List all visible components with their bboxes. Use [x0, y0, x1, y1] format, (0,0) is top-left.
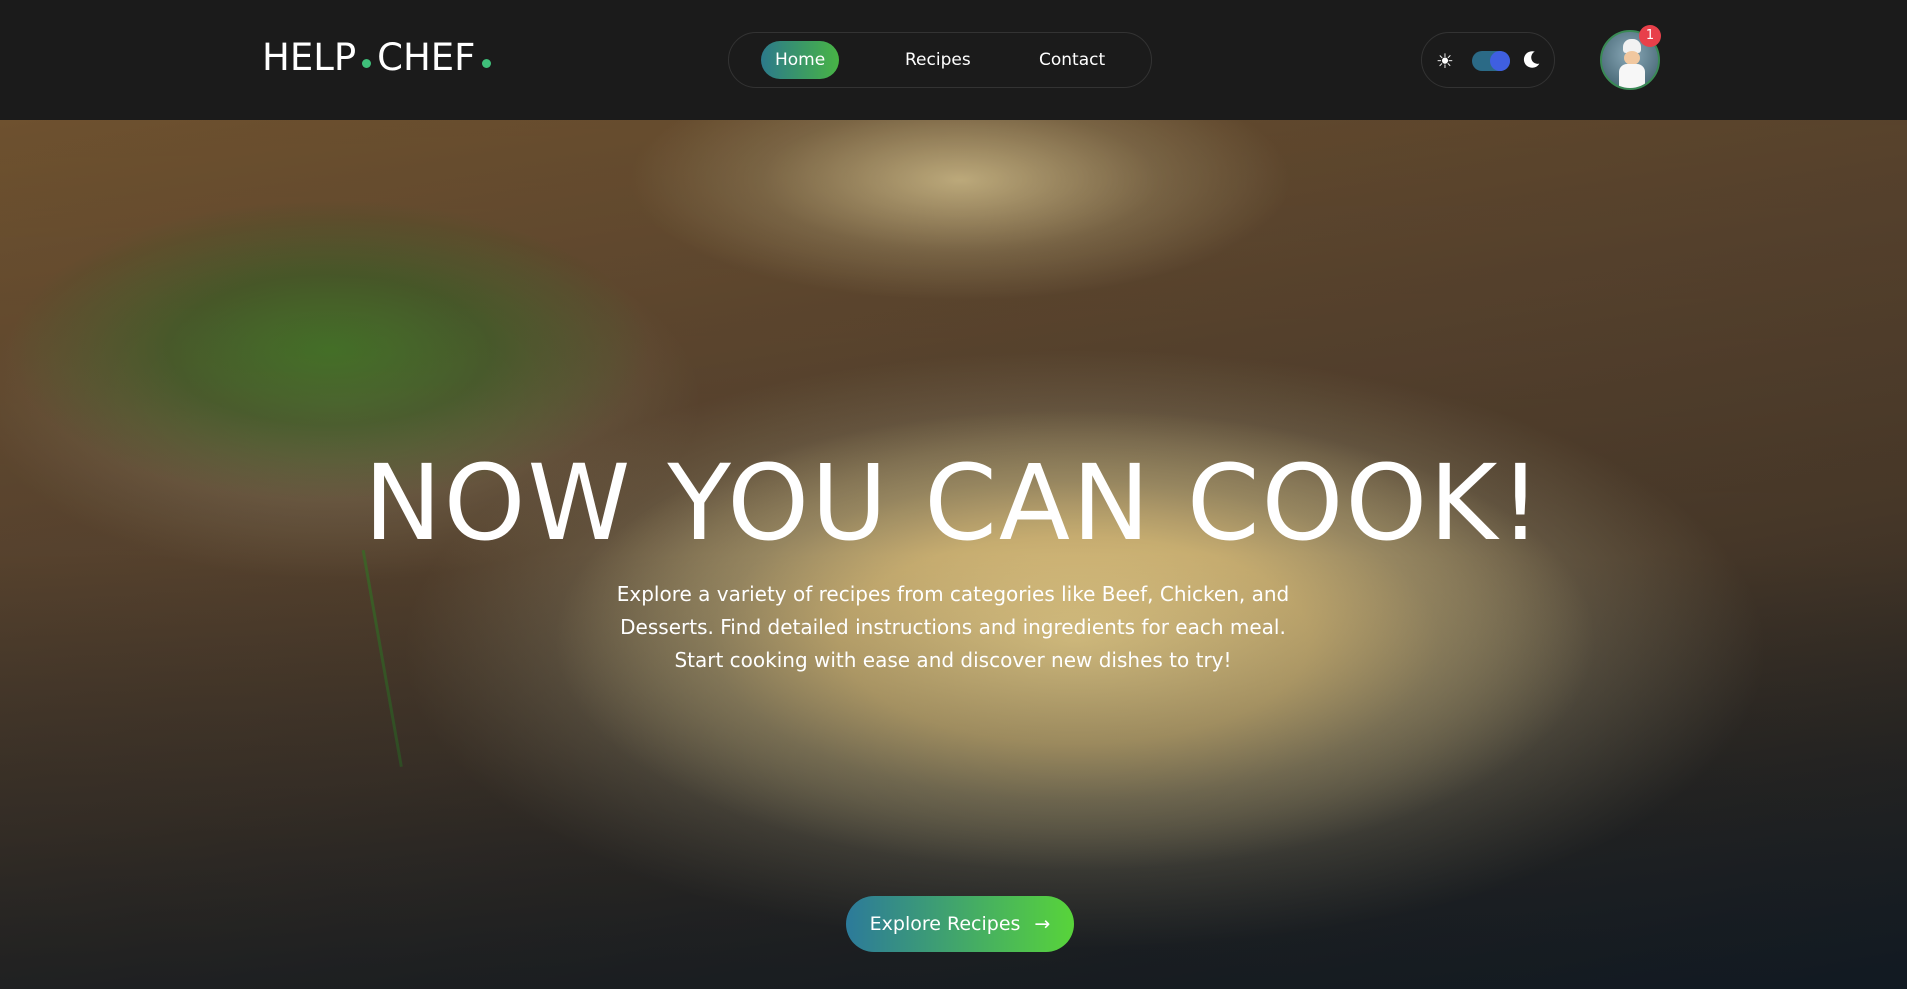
chef-face [1624, 51, 1640, 65]
logo-text-help: HELP [262, 36, 357, 79]
logo[interactable]: HELP CHEF [262, 36, 492, 79]
theme-toggle[interactable] [1472, 51, 1510, 71]
nav-recipes[interactable]: Recipes [891, 41, 985, 79]
logo-dot-icon [482, 59, 492, 68]
nav-home[interactable]: Home [761, 41, 840, 79]
top-header: HELP CHEF Home Recipes Contact ☀ 1 [0, 0, 1907, 120]
logo-text-chef: CHEF [377, 36, 476, 79]
moon-icon[interactable] [1521, 47, 1543, 71]
hero-description: Explore a variety of recipes from catego… [616, 582, 1290, 672]
explore-recipes-button[interactable]: Explore Recipes → [846, 896, 1074, 952]
main-nav: Home Recipes Contact [728, 32, 1152, 88]
explore-recipes-label: Explore Recipes [869, 913, 1021, 935]
toggle-knob [1490, 51, 1510, 71]
logo-dot-icon [362, 59, 372, 68]
chef-coat [1619, 64, 1645, 88]
nav-contact[interactable]: Contact [1025, 41, 1119, 79]
notification-badge: 1 [1639, 25, 1661, 47]
sun-icon[interactable]: ☀ [1436, 48, 1454, 74]
hero-title: NOW YOU CAN COOK! [363, 442, 1544, 564]
theme-switcher: ☀ [1421, 32, 1555, 88]
arrow-right-icon: → [1034, 913, 1051, 935]
hero-section: NOW YOU CAN COOK! Explore a variety of r… [0, 120, 1907, 989]
